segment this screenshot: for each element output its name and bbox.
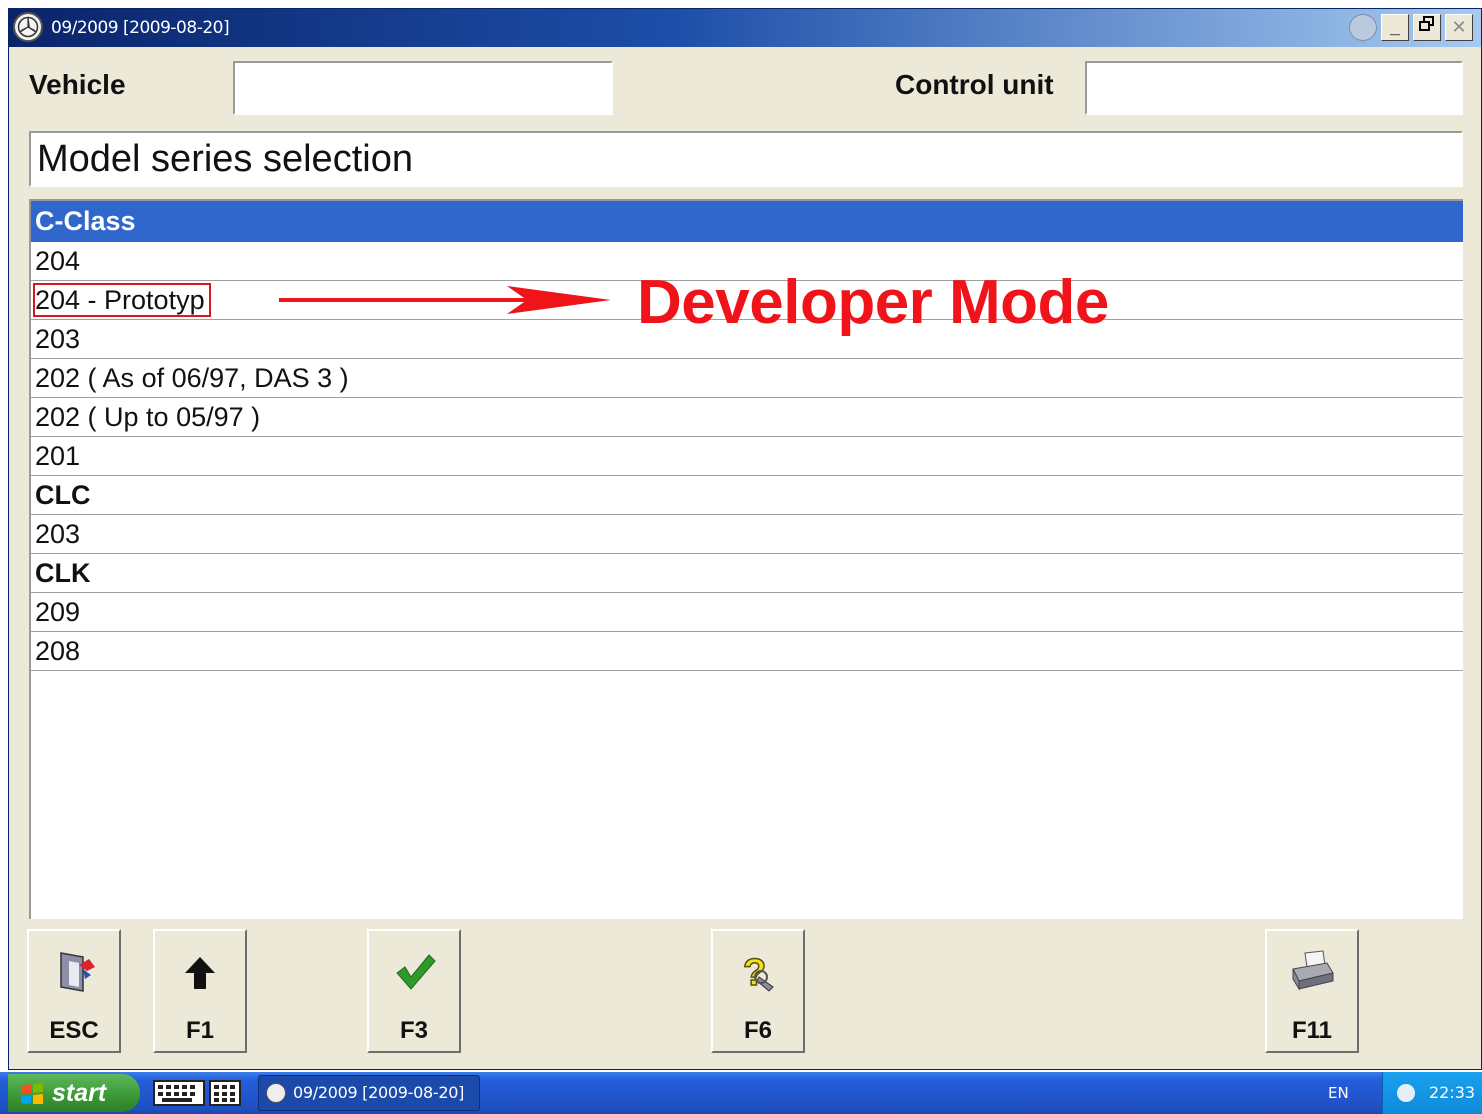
list-item-label: 204 - Prototyp (33, 283, 211, 317)
svg-text:?: ? (743, 952, 766, 994)
checkmark-icon (369, 947, 459, 997)
list-item-label: 203 (35, 519, 81, 549)
windows-flag-icon (21, 1083, 43, 1104)
control-unit-field (1085, 61, 1463, 115)
close-button[interactable]: ✕ (1445, 14, 1473, 41)
f11-button[interactable]: F11 (1265, 929, 1359, 1053)
list-group-header[interactable]: CLK (31, 554, 1463, 593)
esc-button[interactable]: ESC (27, 929, 121, 1053)
list-item-label: 203 (35, 324, 81, 354)
clock: 22:33 (1429, 1083, 1476, 1102)
list-item-label: CLK (35, 558, 91, 588)
taskbar: start 09/2009 [2009-08-20] EN 22:33 (0, 1072, 1482, 1114)
f6-button[interactable]: ? F6 (711, 929, 805, 1053)
list-item[interactable]: 208 (31, 632, 1463, 671)
restore-button[interactable] (1413, 14, 1441, 41)
list-item[interactable]: 202 ( Up to 05/97 ) (31, 398, 1463, 437)
application-window: 09/2009 [2009-08-20] _ ✕ Vehicle Control… (8, 8, 1482, 1070)
taskbar-window-button[interactable]: 09/2009 [2009-08-20] (258, 1075, 480, 1111)
mercedes-star-icon (266, 1083, 286, 1103)
list-item[interactable]: 202 ( As of 06/97, DAS 3 ) (31, 359, 1463, 398)
control-unit-label: Control unit (895, 69, 1054, 100)
list-item-label: 204 (35, 246, 81, 276)
f1-button[interactable]: F1 (153, 929, 247, 1053)
f3-button-label: F3 (399, 1017, 428, 1044)
developer-mode-annotation: Developer Mode (637, 268, 1109, 337)
list-item-label: 202 ( Up to 05/97 ) (35, 402, 261, 432)
annotation-arrow-icon (279, 286, 611, 314)
restore-icon (1419, 16, 1434, 31)
list-group-header[interactable]: CLC (31, 476, 1463, 515)
system-tray: 22:33 (1382, 1072, 1482, 1114)
f1-button-label: F1 (185, 1017, 214, 1044)
esc-button-label: ESC (49, 1017, 99, 1044)
start-button[interactable]: start (8, 1074, 140, 1112)
window-title: 09/2009 [2009-08-20] (51, 18, 230, 38)
list-item-label: C-Class (35, 206, 136, 236)
mercedes-star-icon (13, 12, 43, 42)
globe-icon[interactable] (1349, 14, 1377, 41)
vehicle-field (233, 61, 613, 115)
page-title: Model series selection (29, 131, 1463, 187)
list-item-label: 201 (35, 441, 81, 471)
start-label: start (52, 1079, 107, 1107)
help-question-icon: ? (713, 947, 803, 997)
list-item[interactable]: 203 (31, 515, 1463, 554)
tray-volume-icon[interactable] (1397, 1084, 1415, 1102)
keyboard-icon[interactable] (152, 1078, 244, 1108)
list-group-header[interactable]: C-Class (31, 201, 1463, 242)
minimize-button[interactable]: _ (1381, 14, 1409, 41)
up-arrow-icon (155, 947, 245, 997)
list-item-label: 209 (35, 597, 81, 627)
f3-button[interactable]: F3 (367, 929, 461, 1053)
f6-button-label: F6 (743, 1017, 772, 1044)
f11-button-label: F11 (1291, 1017, 1333, 1044)
vehicle-label: Vehicle (29, 69, 126, 100)
list-item-label: 202 ( As of 06/97, DAS 3 ) (35, 363, 349, 393)
list-item-label: 208 (35, 636, 81, 666)
list-item[interactable]: 201 (31, 437, 1463, 476)
exit-door-icon (29, 947, 119, 997)
printer-icon (1267, 947, 1357, 997)
taskbar-window-label: 09/2009 [2009-08-20] (293, 1083, 465, 1102)
list-item[interactable]: 209 (31, 593, 1463, 632)
title-bar[interactable]: 09/2009 [2009-08-20] _ ✕ (9, 9, 1481, 47)
language-indicator[interactable]: EN (1328, 1072, 1349, 1114)
list-item-label: CLC (35, 480, 91, 510)
